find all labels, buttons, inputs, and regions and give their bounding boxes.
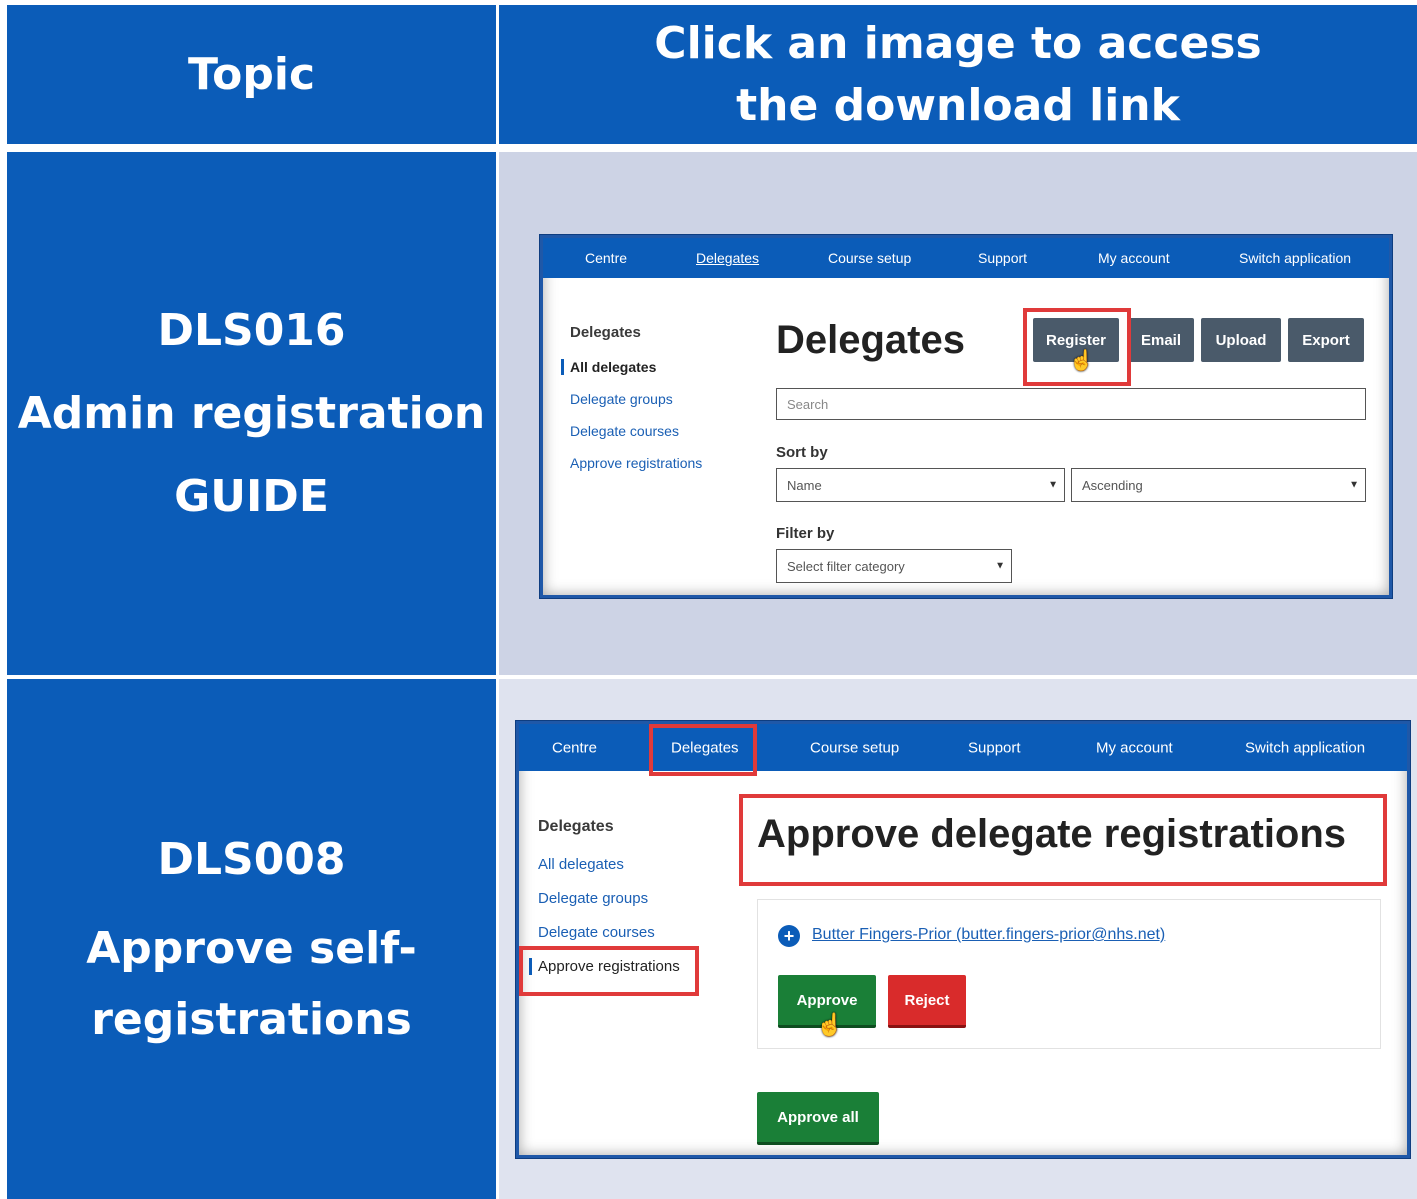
sidebar-item-delegate-groups: Delegate groups [538, 890, 649, 907]
row2-image-cell: Centre Delegates Course setup Support My… [499, 679, 1417, 1199]
screenshot-nav: Centre Delegates Course setup Support My… [543, 238, 1389, 278]
nav-delegates: Delegates [696, 250, 760, 266]
header-topic-label: Topic [187, 48, 316, 100]
nav-centre: Centre [552, 739, 598, 756]
upload-button: Upload [1201, 318, 1281, 362]
chevron-down-icon: ▼ [995, 560, 1005, 572]
approve-registrations-highlight [519, 946, 699, 996]
email-button: Email [1128, 318, 1194, 362]
register-highlight [1023, 308, 1131, 386]
header-topic-cell: Topic [7, 5, 496, 144]
nav-course-setup: Course setup [810, 739, 900, 756]
filter-select-value: Select filter category [787, 558, 905, 574]
nav-switch-application: Switch application [1245, 739, 1366, 756]
dls016-screenshot-link[interactable]: Centre Delegates Course setup Support My… [540, 235, 1392, 598]
expand-plus-icon: + [778, 925, 800, 947]
pointer-cursor-icon: ☝ [816, 1012, 844, 1037]
header-instruction-line2: the download link [736, 79, 1180, 131]
filter-label: Filter by [776, 525, 835, 542]
screenshot-page-title: Delegates [776, 318, 965, 362]
sidebar-item-delegate-courses: Delegate courses [570, 423, 679, 439]
sort-field-select: Name ▼ [776, 468, 1065, 502]
approve-all-button: Approve all [757, 1092, 879, 1145]
nav-support: Support [978, 250, 1028, 266]
screenshot-page-title: Approve delegate registrations [757, 812, 1347, 856]
row2-title-line2: registrations [91, 993, 412, 1045]
header-instruction-line1: Click an image to access [654, 17, 1262, 69]
nav-my-account: My account [1098, 250, 1170, 266]
sort-field-value: Name [787, 477, 822, 493]
nav-support: Support [968, 739, 1021, 756]
sidebar-heading: Delegates [538, 818, 614, 835]
sidebar-item-delegate-courses: Delegate courses [538, 924, 655, 941]
sidebar: Delegates All delegates Delegate groups … [561, 324, 703, 471]
row1-title-line2: GUIDE [174, 471, 329, 522]
chevron-down-icon: ▼ [1048, 479, 1058, 491]
row1-topic-cell: DLS016 Admin registration GUIDE [7, 152, 496, 675]
row2-topic-cell: DLS008 Approve self- registrations [7, 679, 496, 1199]
sidebar-item-delegate-groups: Delegate groups [570, 391, 673, 407]
sidebar-item-approve-registrations: Approve registrations [570, 455, 703, 471]
nav-centre: Centre [585, 250, 628, 266]
sort-order-value: Ascending [1082, 477, 1143, 493]
row1-code: DLS016 [157, 305, 346, 356]
sidebar-item-all-delegates: All delegates [561, 359, 702, 375]
reject-button: Reject [888, 975, 966, 1028]
registrant-link: Butter Fingers-Prior (butter.fingers-pri… [812, 926, 1166, 943]
nav-my-account: My account [1096, 739, 1173, 756]
registration-card: + Butter Fingers-Prior (butter.fingers-p… [757, 899, 1381, 1049]
sort-order-select: Ascending ▼ [1071, 468, 1366, 502]
row1-title-line1: Admin registration [17, 388, 486, 439]
delegates-tab-highlight [649, 724, 757, 776]
search-input: Search [776, 388, 1366, 420]
sidebar-item-all-delegates: All delegates [538, 856, 624, 873]
row2-code: DLS008 [157, 833, 346, 885]
pointer-cursor-icon: ☝ [1069, 350, 1094, 372]
sidebar-heading: Delegates [570, 324, 641, 341]
header-instruction-cell: Click an image to access the download li… [499, 5, 1417, 144]
dls008-screenshot-link[interactable]: Centre Delegates Course setup Support My… [516, 721, 1410, 1158]
row1-image-cell: Centre Delegates Course setup Support My… [499, 152, 1417, 675]
nav-switch-application: Switch application [1239, 250, 1352, 266]
nav-active-underline [683, 278, 771, 281]
filter-select: Select filter category ▼ [776, 549, 1012, 583]
export-button: Export [1288, 318, 1364, 362]
nav-course-setup: Course setup [828, 250, 912, 266]
row2-title-line1: Approve self- [86, 922, 417, 974]
sort-label: Sort by [776, 444, 828, 461]
chevron-down-icon: ▼ [1349, 479, 1359, 491]
